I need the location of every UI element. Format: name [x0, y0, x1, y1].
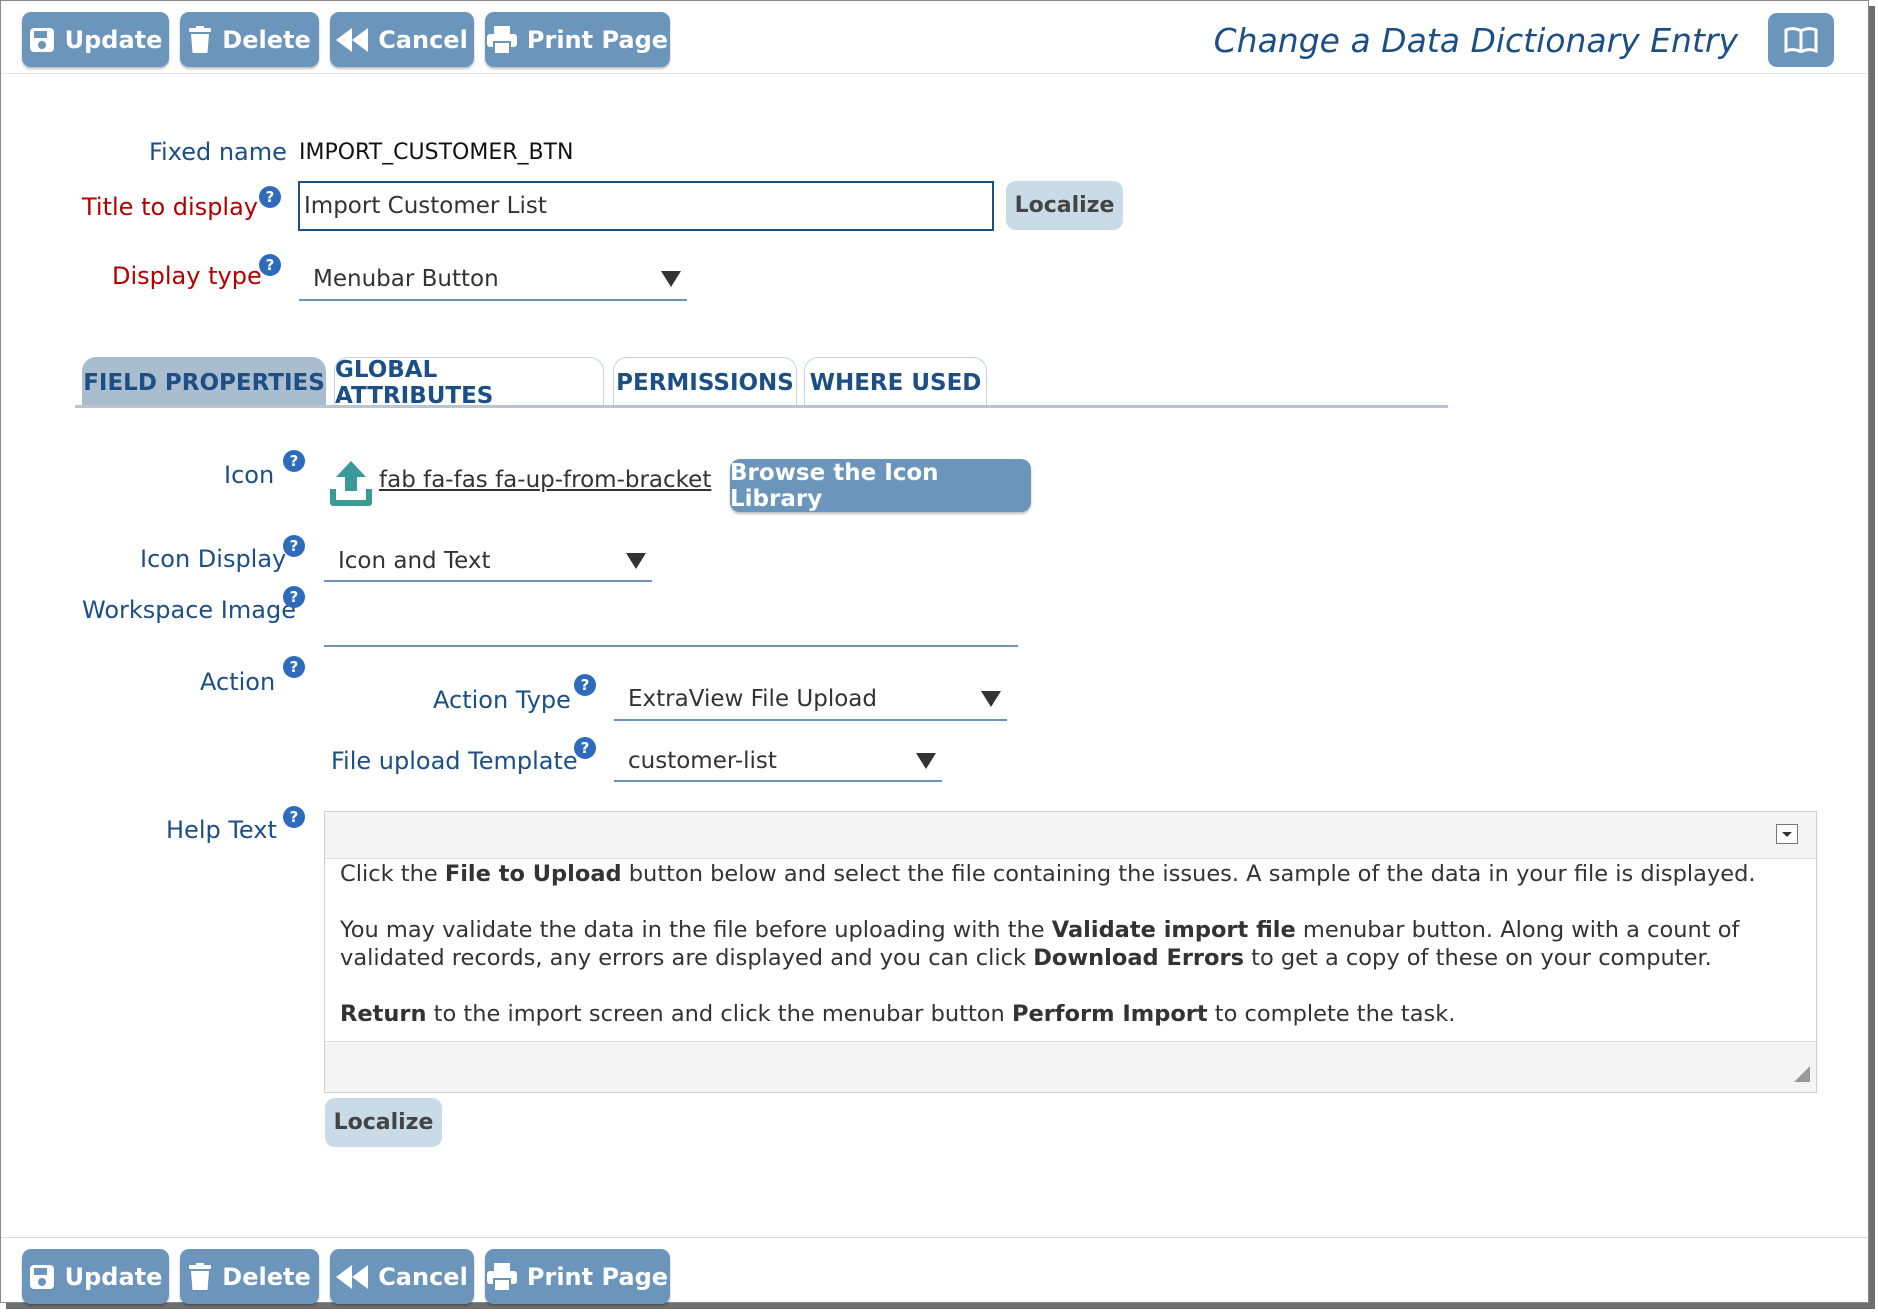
action-type-label: Action Type — [433, 686, 571, 714]
workspace-image-input[interactable] — [324, 591, 1018, 647]
page-title: Change a Data Dictionary Entry — [1213, 21, 1738, 60]
print-icon — [486, 1262, 517, 1291]
resize-handle-icon[interactable] — [1794, 1066, 1810, 1082]
help-book-button[interactable] — [1768, 13, 1834, 67]
help-paragraph-2: You may validate the data in the file be… — [340, 917, 1740, 971]
action-type-select[interactable]: ExtraView File Upload — [614, 679, 1007, 721]
update-button-bottom[interactable]: Update — [22, 1249, 169, 1304]
action-type-value: ExtraView File Upload — [628, 686, 877, 712]
file-upload-template-select[interactable]: customer-list — [614, 741, 942, 782]
chevron-down-icon — [916, 752, 936, 769]
update-label: Update — [64, 1262, 163, 1291]
title-to-display-label: Title to display — [82, 193, 259, 221]
icon-display-help-icon[interactable]: ? — [283, 535, 305, 557]
help-text-localize-button[interactable]: Localize — [325, 1098, 442, 1147]
icon-class-link[interactable]: fab fa-fas fa-up-from-bracket — [379, 467, 711, 493]
icon-label: Icon — [224, 461, 275, 489]
action-type-help-icon[interactable]: ? — [574, 674, 596, 696]
fixed-name-label: Fixed name — [149, 138, 287, 166]
editor-toolbar — [325, 812, 1816, 859]
backward-icon — [336, 27, 369, 52]
icon-help-icon[interactable]: ? — [283, 450, 305, 472]
print-icon — [486, 25, 517, 54]
display-type-select[interactable]: Menubar Button — [299, 259, 687, 301]
tab-global-attributes[interactable]: GLOBAL ATTRIBUTES — [334, 357, 604, 409]
help-paragraph-3: Return to the import screen and click th… — [340, 1001, 1456, 1027]
chevron-down-icon — [981, 691, 1001, 707]
display-type-label: Display type — [112, 262, 262, 290]
editor-statusbar — [325, 1041, 1816, 1092]
chevron-down-icon — [661, 271, 681, 287]
file-upload-template-label: File upload Template — [331, 747, 578, 775]
trash-icon — [189, 1262, 212, 1290]
editor-dropdown-button[interactable] — [1776, 824, 1798, 844]
help-text-label: Help Text — [166, 816, 277, 844]
update-label: Update — [64, 25, 163, 54]
delete-button[interactable]: Delete — [180, 12, 319, 67]
update-button[interactable]: Update — [22, 12, 169, 67]
action-help-icon[interactable]: ? — [283, 656, 305, 678]
workspace-image-label: Workspace Image — [82, 596, 296, 624]
bottom-toolbar: Update Delete Cancel Print Page — [1, 1237, 1868, 1310]
help-text-editor[interactable]: Click the File to Upload button below an… — [324, 811, 1817, 1093]
tab-field-properties[interactable]: FIELD PROPERTIES — [82, 357, 326, 407]
editor-content[interactable]: Click the File to Upload button below an… — [340, 860, 1806, 1056]
backward-icon — [336, 1264, 369, 1289]
workspace-image-help-icon[interactable]: ? — [283, 586, 305, 608]
cancel-label: Cancel — [378, 25, 468, 54]
help-paragraph-1: Click the File to Upload button below an… — [340, 861, 1756, 887]
icon-display-select[interactable]: Icon and Text — [324, 541, 652, 582]
tab-permissions[interactable]: PERMISSIONS — [613, 357, 797, 407]
top-toolbar: Update Delete Cancel Print Page Change a… — [1, 1, 1868, 74]
chevron-down-icon — [626, 552, 646, 569]
tabs-divider — [75, 405, 1448, 408]
print-page-label: Print Page — [526, 25, 669, 54]
application-window: Update Delete Cancel Print Page Change a… — [0, 0, 1869, 1304]
delete-button-bottom[interactable]: Delete — [180, 1249, 319, 1304]
icon-display-value: Icon and Text — [338, 547, 491, 574]
delete-label: Delete — [222, 1262, 311, 1291]
trash-icon — [189, 25, 212, 53]
file-upload-template-help-icon[interactable]: ? — [574, 737, 596, 759]
file-upload-template-value: customer-list — [628, 747, 777, 774]
title-help-icon[interactable]: ? — [259, 186, 281, 208]
print-page-button-bottom[interactable]: Print Page — [485, 1249, 670, 1304]
save-icon — [29, 1264, 54, 1289]
upload-icon — [330, 461, 372, 506]
cancel-button-bottom[interactable]: Cancel — [330, 1249, 474, 1304]
save-icon — [29, 27, 54, 52]
title-to-display-input[interactable]: Import Customer List — [298, 181, 994, 231]
cancel-label: Cancel — [378, 1262, 468, 1291]
cancel-button[interactable]: Cancel — [330, 12, 474, 67]
print-page-label: Print Page — [526, 1262, 669, 1291]
fixed-name-value: IMPORT_CUSTOMER_BTN — [299, 140, 574, 165]
icon-display-label: Icon Display — [140, 545, 287, 573]
help-text-help-icon[interactable]: ? — [283, 806, 305, 828]
browse-icon-library-button[interactable]: Browse the Icon Library — [730, 459, 1031, 512]
book-icon — [1784, 27, 1818, 53]
display-type-value: Menubar Button — [313, 266, 499, 292]
print-page-button[interactable]: Print Page — [485, 12, 670, 67]
display-type-help-icon[interactable]: ? — [259, 254, 281, 276]
delete-label: Delete — [222, 25, 311, 54]
title-localize-button[interactable]: Localize — [1006, 181, 1123, 230]
action-label: Action — [200, 668, 276, 696]
tab-where-used[interactable]: WHERE USED — [804, 357, 987, 407]
